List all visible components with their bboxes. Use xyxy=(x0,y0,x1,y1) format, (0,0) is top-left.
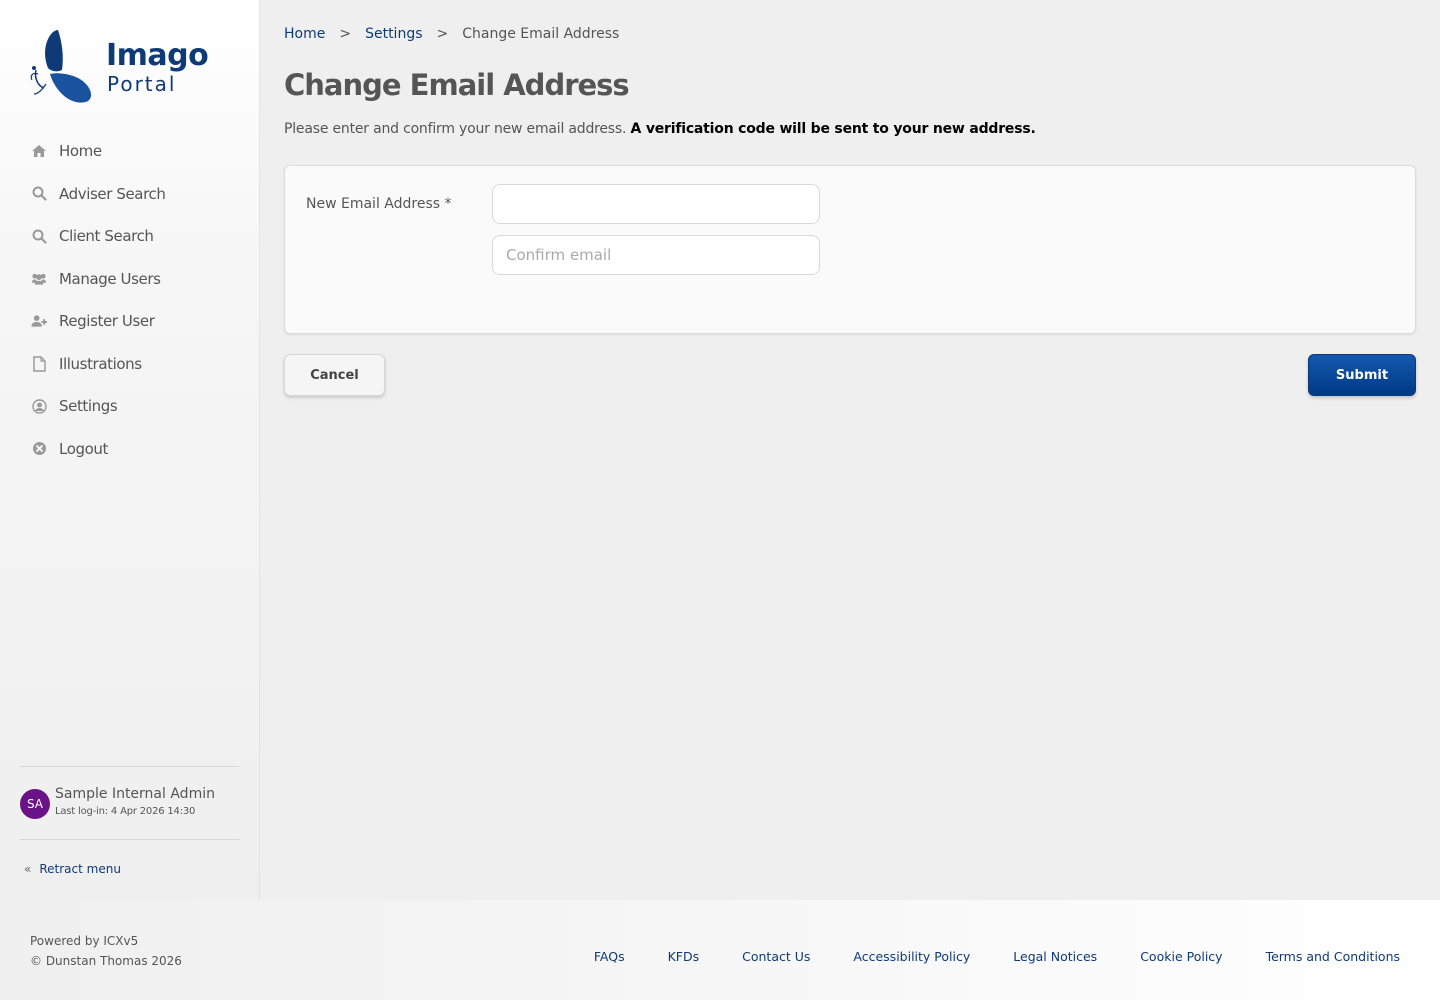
footer-link-kfds[interactable]: KFDs xyxy=(668,949,700,964)
new-email-input[interactable] xyxy=(492,184,820,224)
footer: Powered by ICXv5 © Dunstan Thomas 2026 F… xyxy=(0,900,1440,1000)
breadcrumb-settings-link[interactable]: Settings xyxy=(365,26,422,42)
sidebar-item-illustrations[interactable]: Illustrations xyxy=(0,343,259,386)
footer-link-legal-notices[interactable]: Legal Notices xyxy=(1013,949,1097,964)
sidebar-item-label: Client Search xyxy=(59,227,154,246)
breadcrumb-home-link[interactable]: Home xyxy=(284,26,325,42)
sidebar-item-client-search[interactable]: Client Search xyxy=(0,215,259,258)
footer-credits: Powered by ICXv5 © Dunstan Thomas 2026 xyxy=(30,931,182,971)
sidebar-item-label: Adviser Search xyxy=(59,184,166,203)
sidebar-item-manage-users[interactable]: Manage Users xyxy=(0,258,259,301)
powered-by-text: Powered by ICXv5 xyxy=(30,934,139,948)
page-title: Change Email Address xyxy=(284,68,630,102)
logo-name: Imago xyxy=(106,38,209,73)
footer-link-accessibility-policy[interactable]: Accessibility Policy xyxy=(853,949,970,964)
page-intro: Please enter and confirm your new email … xyxy=(284,121,1036,137)
sidebar-item-label: Home xyxy=(59,142,102,161)
document-icon xyxy=(31,356,47,372)
user-circle-icon xyxy=(31,398,47,414)
home-icon xyxy=(31,143,47,159)
cancel-button[interactable]: Cancel xyxy=(284,354,385,396)
double-chevron-left-icon: « xyxy=(24,862,32,876)
butterfly-logo-icon xyxy=(30,30,92,103)
retract-menu-button[interactable]: « Retract menu xyxy=(24,862,121,876)
sidebar-item-label: Illustrations xyxy=(59,354,142,373)
footer-link-cookie-policy[interactable]: Cookie Policy xyxy=(1140,949,1222,964)
sidebar-item-label: Settings xyxy=(59,397,118,416)
sidebar-item-label: Logout xyxy=(59,439,108,458)
breadcrumb-current: Change Email Address xyxy=(462,26,620,42)
footer-link-terms-and-conditions[interactable]: Terms and Conditions xyxy=(1266,949,1400,964)
sidebar-item-adviser-search[interactable]: Adviser Search xyxy=(0,173,259,216)
users-icon xyxy=(31,271,47,287)
breadcrumb-separator: > xyxy=(436,26,449,42)
app-root: Imago Portal Home Adviser Search Client … xyxy=(0,0,1440,1000)
copyright-text: © Dunstan Thomas 2026 xyxy=(30,954,182,968)
intro-text: Please enter and confirm your new email … xyxy=(284,121,627,137)
sidebar-item-settings[interactable]: Settings xyxy=(0,385,259,428)
footer-links: FAQs KFDs Contact Us Accessibility Polic… xyxy=(551,949,1400,964)
submit-button[interactable]: Submit xyxy=(1308,354,1416,396)
sidebar: Imago Portal Home Adviser Search Client … xyxy=(0,0,260,900)
sidebar-item-home[interactable]: Home xyxy=(0,130,259,173)
user-plus-icon xyxy=(31,313,47,329)
sidebar-item-label: Manage Users xyxy=(59,269,161,288)
close-circle-icon xyxy=(31,441,47,457)
last-login-text: Last log-in: 4 Apr 2026 14:30 xyxy=(55,806,196,817)
breadcrumb-separator: > xyxy=(339,26,352,42)
footer-link-faqs[interactable]: FAQs xyxy=(594,949,625,964)
current-user-panel: SA Sample Internal Admin Last log-in: 4 … xyxy=(20,766,239,840)
sidebar-nav: Home Adviser Search Client Search Manage… xyxy=(0,130,259,470)
sidebar-item-label: Register User xyxy=(59,312,155,331)
avatar[interactable]: SA xyxy=(20,789,50,819)
logo-subname: Portal xyxy=(107,72,177,96)
search-icon xyxy=(31,186,47,202)
confirm-email-input[interactable] xyxy=(492,235,820,275)
sidebar-item-register-user[interactable]: Register User xyxy=(0,300,259,343)
search-icon xyxy=(31,228,47,244)
sidebar-item-logout[interactable]: Logout xyxy=(0,428,259,471)
new-email-label: New Email Address * xyxy=(306,196,452,212)
user-name: Sample Internal Admin xyxy=(55,786,215,802)
footer-link-contact-us[interactable]: Contact Us xyxy=(742,949,810,964)
breadcrumb: Home > Settings > Change Email Address xyxy=(284,24,619,44)
retract-menu-label: Retract menu xyxy=(39,862,121,876)
intro-bold-text: A verification code will be sent to your… xyxy=(630,121,1036,137)
change-email-form: New Email Address * xyxy=(284,165,1416,334)
imago-portal-logo[interactable]: Imago Portal xyxy=(28,28,209,108)
